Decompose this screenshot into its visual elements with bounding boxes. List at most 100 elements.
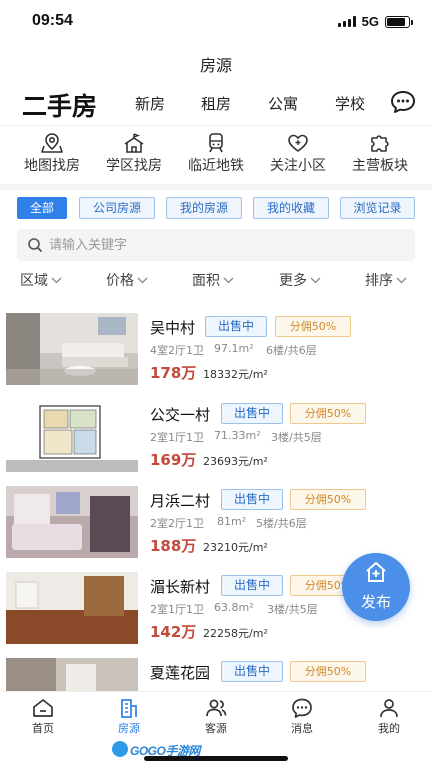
publish-button[interactable]: 发布	[342, 553, 410, 621]
listing-photo	[6, 400, 138, 472]
sort-area[interactable]: 面积	[192, 270, 234, 290]
quick-link-follow[interactable]: 关注小区	[255, 132, 341, 175]
listing-title: 月浜二村	[150, 492, 211, 510]
sort-more[interactable]: 更多	[279, 270, 321, 290]
listing-title: 湄长新村	[150, 578, 211, 596]
quick-link-map[interactable]: 地图找房	[9, 132, 95, 175]
sort-label: 价格	[106, 273, 134, 289]
listing-area: 63.8m²	[214, 601, 254, 614]
watermark-dot	[112, 741, 128, 757]
tab-label: 房源	[118, 722, 140, 735]
chat-bubble-icon[interactable]	[390, 90, 416, 114]
listing-card[interactable]: 公交一村 出售中 分佣50% 2室1厅1卫 71.33m² 3楼/共5层 169…	[0, 400, 432, 486]
sort-region[interactable]: 区域	[20, 270, 62, 290]
listing-card[interactable]: 夏莲花园 出售中 分佣50%	[0, 658, 432, 691]
status-badge: 出售中	[221, 575, 283, 596]
tab-listings[interactable]: 房源	[94, 697, 164, 736]
quick-link-label: 学区找房	[106, 158, 162, 174]
nav-tab-ershoufang[interactable]: 二手房	[22, 87, 97, 123]
listing-price: 169万	[150, 451, 197, 469]
map-pin-icon	[41, 133, 63, 153]
nav-tab-gongyu[interactable]: 公寓	[268, 93, 298, 114]
page-title: 房源	[199, 56, 232, 75]
status-time: 09:54	[32, 12, 73, 29]
sort-bar: 区域 价格 面积 更多 排序	[0, 268, 432, 292]
status-badge: 出售中	[221, 661, 283, 682]
tab-clients[interactable]: 客源	[181, 697, 251, 736]
tab-profile[interactable]: 我的	[354, 697, 424, 736]
listing-price: 142万	[150, 623, 197, 641]
commission-badge: 分佣50%	[290, 489, 366, 510]
nav-tab-xinfang[interactable]: 新房	[135, 93, 165, 114]
network-type: 5G	[361, 14, 379, 29]
filter-tabs: 全部 公司房源 我的房源 我的收藏 浏览记录	[0, 197, 432, 221]
puzzle-icon	[371, 135, 389, 152]
filter-tab-company[interactable]: 公司房源	[79, 197, 155, 219]
status-badge: 出售中	[205, 316, 267, 337]
commission-badge: 分佣50%	[290, 661, 366, 682]
sort-label: 区域	[20, 273, 48, 289]
battery-icon	[385, 15, 413, 28]
quick-link-label: 关注小区	[270, 158, 326, 174]
listing-area: 71.33m²	[214, 429, 261, 442]
status-indicators: 5G	[337, 14, 413, 29]
listing-photo	[6, 572, 138, 644]
listing-unit-price: 22258元/m²	[203, 627, 268, 640]
quick-link-school[interactable]: 学区找房	[91, 132, 177, 175]
section-divider	[0, 184, 432, 190]
search-bar	[17, 229, 415, 261]
listing-photo	[6, 486, 138, 558]
quick-link-label: 地图找房	[24, 158, 80, 174]
tab-messages[interactable]: 消息	[267, 697, 337, 736]
listing-floor: 3楼/共5层	[267, 603, 318, 616]
home-icon	[33, 699, 53, 717]
school-icon	[124, 133, 144, 153]
sort-order[interactable]: 排序	[365, 270, 407, 290]
status-badge: 出售中	[221, 403, 283, 424]
listing-area: 97.1m²	[214, 342, 254, 355]
commission-badge: 分佣50%	[290, 403, 366, 424]
listing-area: 81m²	[217, 515, 247, 528]
filter-tab-favorites[interactable]: 我的收藏	[253, 197, 329, 219]
listing-card[interactable]: 吴中村 出售中 分佣50% 4室2厅1卫 97.1m² 6楼/共6层 178万 …	[0, 313, 432, 399]
nav-tab-zufang[interactable]: 租房	[201, 93, 231, 114]
house-plus-icon	[366, 562, 386, 582]
listing-layout: 2室1厅1卫	[150, 603, 204, 616]
tab-label: 客源	[205, 722, 227, 735]
heart-icon	[288, 134, 308, 152]
chevron-down-icon	[310, 277, 321, 283]
quick-link-label: 主营板块	[352, 158, 408, 174]
commission-badge: 分佣50%	[275, 316, 351, 337]
tab-home[interactable]: 首页	[8, 697, 78, 736]
chevron-down-icon	[137, 277, 148, 283]
listing-layout: 2室2厅1卫	[150, 517, 204, 530]
subway-icon	[209, 133, 223, 153]
status-bar: 09:54 5G	[0, 0, 432, 44]
nav-tab-xuexiao[interactable]: 学校	[335, 93, 365, 114]
filter-tab-all[interactable]: 全部	[17, 197, 67, 219]
sort-label: 排序	[365, 273, 393, 289]
listing-floor: 3楼/共5层	[271, 431, 322, 444]
chevron-down-icon	[223, 277, 234, 283]
filter-tab-mine[interactable]: 我的房源	[166, 197, 242, 219]
listing-photo	[6, 313, 138, 385]
filter-tab-history[interactable]: 浏览记录	[340, 197, 415, 219]
quick-link-subway[interactable]: 临近地铁	[173, 132, 259, 175]
search-input[interactable]	[49, 229, 399, 261]
listing-unit-price: 23210元/m²	[203, 541, 268, 554]
listing-layout: 4室2厅1卫	[150, 344, 204, 357]
listing-price: 188万	[150, 537, 197, 555]
listing-title: 公交一村	[150, 406, 211, 424]
publish-label: 发布	[360, 593, 391, 611]
status-badge: 出售中	[221, 489, 283, 510]
sort-label: 更多	[279, 273, 307, 289]
sort-price[interactable]: 价格	[106, 270, 148, 290]
tab-label: 我的	[378, 722, 400, 735]
chevron-down-icon	[396, 277, 407, 283]
listing-photo	[6, 658, 138, 691]
users-icon	[206, 699, 227, 717]
quick-links: 地图找房 学区找房 临近地铁 关注小区 主营板块	[0, 132, 432, 178]
quick-link-sector[interactable]: 主营板块	[337, 132, 423, 175]
top-nav: 二手房 新房 租房 公寓 学校	[0, 84, 432, 124]
divider	[0, 125, 432, 126]
